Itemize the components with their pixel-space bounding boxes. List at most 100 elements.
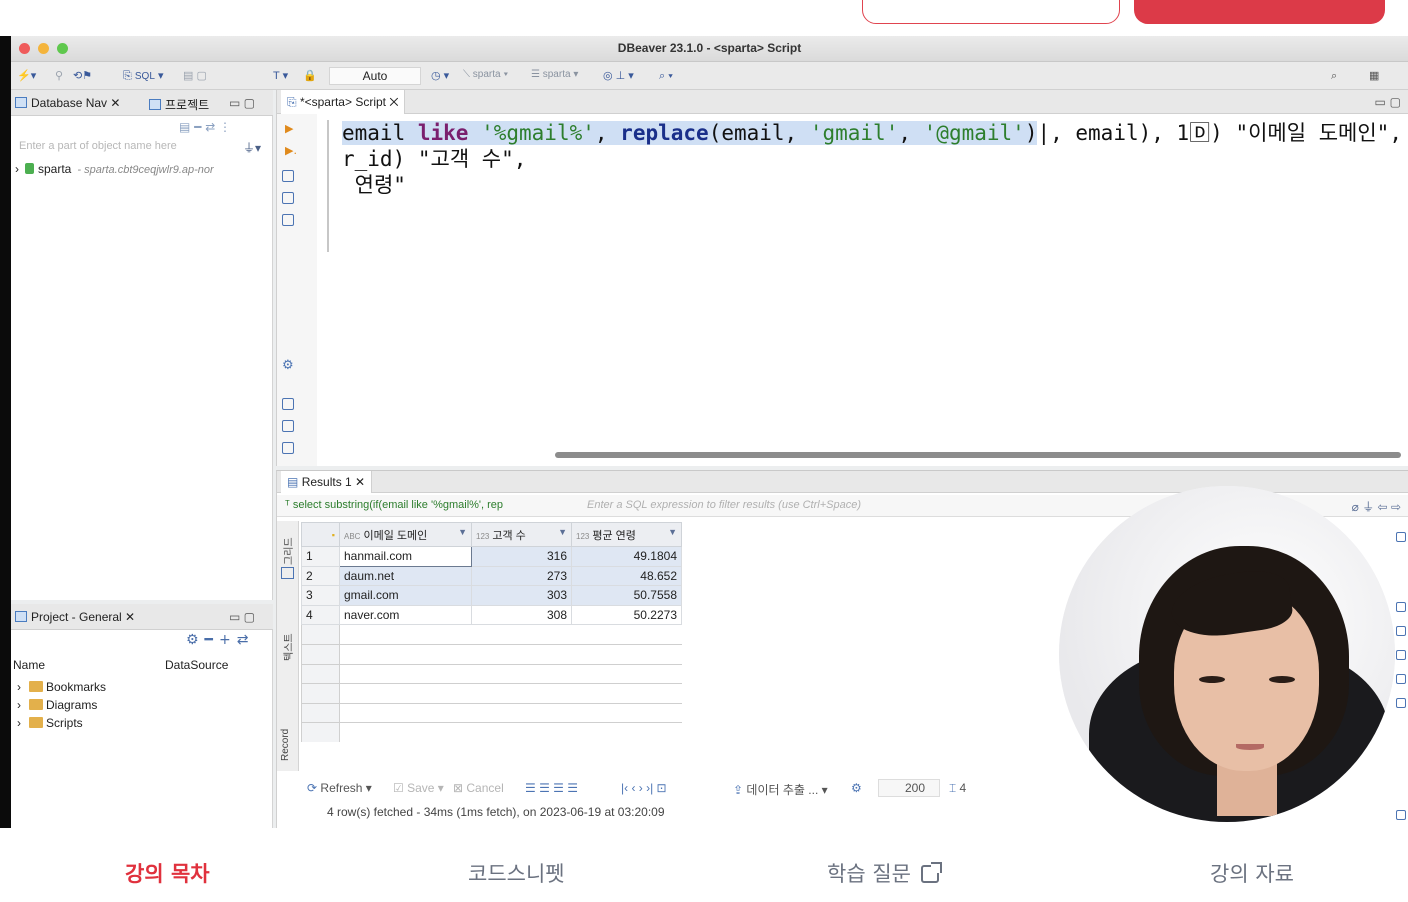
settings-gear-icon[interactable]: ⚙: [282, 358, 294, 373]
tab-database-navigator[interactable]: Database Nav ✕: [15, 96, 120, 110]
project-window-controls[interactable]: ▭ ▢: [229, 610, 255, 624]
datasource-select[interactable]: ⟍ sparta ▾: [463, 69, 508, 80]
console-icon[interactable]: [282, 214, 294, 226]
panels-icon[interactable]: [1396, 532, 1406, 542]
sort-dropdown-icon[interactable]: ▼: [558, 527, 567, 537]
load-script-icon[interactable]: [282, 192, 294, 204]
column-header-avg-age[interactable]: 123 평균 연령 ▼: [571, 522, 682, 547]
commit-mode-select[interactable]: Auto: [329, 67, 421, 85]
cell-domain[interactable]: gmail.com: [339, 585, 472, 606]
grid-panel-icon[interactable]: [1396, 602, 1406, 612]
sort-dropdown-icon[interactable]: ▼: [668, 527, 677, 537]
disconnect-icon[interactable]: ⚲: [55, 68, 63, 84]
save-button[interactable]: ☑ Save ▾: [393, 781, 444, 795]
table-row[interactable]: 2 daum.net 273 48.652: [301, 565, 682, 587]
cell-count[interactable]: 308: [471, 604, 572, 626]
sql-editor-button[interactable]: ⎘ SQL ▾: [123, 68, 163, 84]
history-icon[interactable]: ◷ ▾: [431, 68, 449, 84]
sql-code[interactable]: email like '%gmail%', replace(email, 'gm…: [342, 120, 1402, 198]
metadata-icon[interactable]: [1396, 698, 1406, 708]
explain-plan-icon[interactable]: [282, 170, 294, 182]
editor-horizontal-scrollbar[interactable]: [555, 452, 1401, 458]
lock-icon[interactable]: 🔒: [303, 68, 317, 84]
result-filter-input[interactable]: Enter a SQL expression to filter results…: [587, 499, 861, 511]
filter-icon[interactable]: ⏚▾: [243, 139, 261, 156]
grid-view-tab[interactable]: 그리드: [280, 537, 295, 565]
misc-tools-icon[interactable]: ◎ ⊥ ▾: [603, 68, 634, 84]
record-view-tab[interactable]: Record: [280, 729, 291, 761]
nav-learning-questions[interactable]: 학습 질문: [827, 858, 942, 888]
cell-avg-age[interactable]: 48.652: [571, 565, 682, 587]
project-tools-icon[interactable]: ⚙━+⇄: [186, 632, 254, 648]
panel-window-controls[interactable]: ▭ ▢: [229, 96, 255, 110]
fetch-size-input[interactable]: 200: [878, 779, 940, 797]
cell-count[interactable]: 303: [471, 585, 572, 606]
nav-course-materials[interactable]: 강의 자료: [1210, 858, 1294, 888]
project-item-bookmarks[interactable]: › Bookmarks: [17, 680, 106, 694]
edit-rows-icons[interactable]: ☰ ☰ ☰ ☰: [525, 781, 578, 795]
fetch-settings-icon[interactable]: ⚙: [851, 781, 862, 795]
primary-button[interactable]: [1134, 0, 1385, 24]
execute-statement-icon[interactable]: ▶: [285, 122, 293, 135]
perspective-icon[interactable]: ▦: [1369, 68, 1379, 84]
cell-domain[interactable]: daum.net: [339, 565, 472, 587]
column-header-count[interactable]: 123 고객 수 ▼: [471, 522, 572, 547]
schema-select[interactable]: ☰ sparta ▾: [531, 69, 578, 80]
project-item-diagrams[interactable]: › Diagrams: [17, 698, 97, 712]
table-row[interactable]: 4 naver.com 308 50.2273: [301, 604, 682, 626]
nav-tools-icon[interactable]: ▤ ━ ⇄ ⋮: [179, 120, 231, 134]
paging-icons[interactable]: |‹ ‹ › ›| ⊡: [621, 781, 667, 795]
invalidate-icon[interactable]: ⟲⚑: [73, 68, 92, 84]
cell-avg-age[interactable]: 50.7558: [571, 585, 682, 606]
corner-panel-icon[interactable]: [1396, 810, 1406, 820]
row-number[interactable]: 3: [301, 585, 340, 606]
cell-avg-age[interactable]: 49.1804: [571, 546, 682, 567]
results-table: ▪ ABC 이메일 도메인 ▼ 123 고객 수 ▼ 123 평균 연령 ▼ 1 hanma…: [301, 522, 682, 743]
row-number[interactable]: 2: [301, 565, 340, 587]
properties-icon[interactable]: [1396, 626, 1406, 636]
commit-icon[interactable]: ▤ ▢: [183, 68, 207, 84]
project-item-scripts[interactable]: › Scripts: [17, 716, 83, 730]
cell-domain[interactable]: hanmail.com: [339, 546, 472, 567]
cancel-button[interactable]: ⊠ Cancel: [453, 781, 504, 795]
connect-icon[interactable]: ⚡▾: [17, 68, 36, 84]
save-script-icon[interactable]: [282, 420, 294, 432]
row-number[interactable]: 4: [301, 604, 340, 626]
sort-dropdown-icon[interactable]: ▼: [458, 527, 467, 537]
nav-code-snippets[interactable]: 코드스니펫: [468, 858, 565, 888]
lecture-video[interactable]: DBeaver 23.1.0 - <sparta> Script ⚡▾ ⚲ ⟲⚑…: [0, 36, 1408, 828]
value-viewer-icon[interactable]: [1396, 650, 1406, 660]
table-row[interactable]: 3 gmail.com 303 50.7558: [301, 585, 682, 606]
export-script-icon[interactable]: [282, 442, 294, 454]
search-tool-icon[interactable]: ⌕ ▾: [659, 68, 673, 84]
connection-tree-item[interactable]: › sparta - sparta.cbt9ceqjwlr9.ap-nor: [15, 162, 214, 176]
row-number[interactable]: 1: [301, 546, 340, 567]
search-icon[interactable]: ⌕: [1331, 68, 1337, 84]
transaction-icon[interactable]: T ▾: [273, 68, 288, 84]
title-bar: DBeaver 23.1.0 - <sparta> Script: [11, 36, 1408, 62]
export-data-button[interactable]: ⇪ 데이터 추출 ... ▾: [733, 781, 828, 798]
table-row[interactable]: 1 hanmail.com 316 49.1804: [301, 546, 682, 567]
refresh-button[interactable]: ⟳ Refresh ▾: [307, 781, 372, 795]
tab-sparta-script[interactable]: ⎘ *<sparta> Script ✕: [281, 90, 406, 114]
tab-projects[interactable]: 프로젝트: [149, 96, 209, 113]
expand-chevron-icon[interactable]: ›: [15, 162, 19, 176]
column-header-domain[interactable]: ABC 이메일 도메인 ▼: [339, 522, 472, 547]
cell-count[interactable]: 273: [471, 565, 572, 587]
cell-domain[interactable]: naver.com: [339, 604, 472, 626]
outline-button[interactable]: [862, 0, 1120, 24]
query-preview: ᵀ select substring(if(email like '%gmail…: [285, 499, 504, 511]
tab-project-general[interactable]: Project - General ✕: [15, 610, 135, 624]
nav-course-contents[interactable]: 강의 목차: [125, 858, 210, 888]
execute-script-icon[interactable]: ▶.: [285, 144, 297, 157]
folder-icon: [29, 699, 43, 710]
cell-avg-age[interactable]: 50.2273: [571, 604, 682, 626]
object-filter-input[interactable]: Enter a part of object name here: [19, 140, 249, 156]
column-datasource-header: DataSource: [165, 658, 229, 672]
cell-count[interactable]: 316: [471, 546, 572, 567]
text-view-tab[interactable]: 텍스트: [280, 633, 295, 661]
tab-results-1[interactable]: ▤ Results 1 ✕: [281, 471, 373, 493]
editor-window-controls[interactable]: ▭ ▢: [1375, 95, 1402, 109]
format-icon[interactable]: [282, 398, 294, 410]
calculator-icon[interactable]: [1396, 674, 1406, 684]
